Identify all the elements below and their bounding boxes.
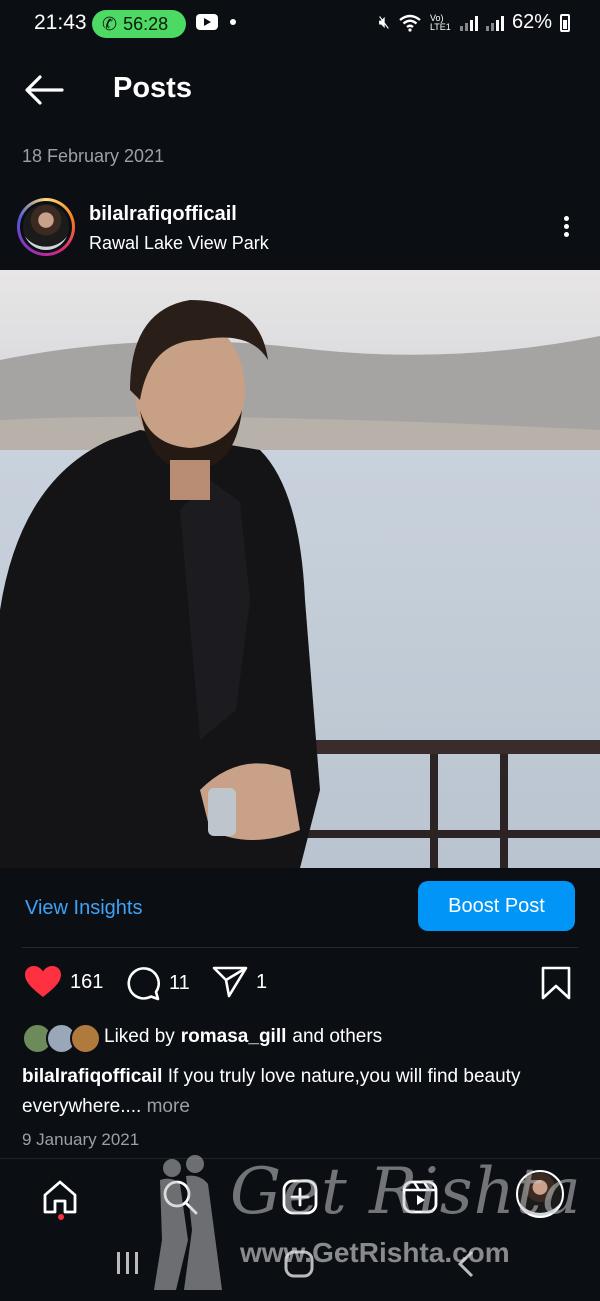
mute-icon: 🔇︎ bbox=[378, 12, 390, 32]
battery-percent: 62% bbox=[511, 11, 552, 33]
post-location[interactable]: Rawal Lake View Park bbox=[89, 233, 269, 254]
post-caption: bilalrafiqofficail If you truly love nat… bbox=[22, 1062, 582, 1122]
post-photo-image bbox=[0, 270, 600, 868]
home-icon[interactable] bbox=[40, 1177, 80, 1217]
system-back-icon[interactable] bbox=[457, 1250, 474, 1278]
ongoing-call-pill[interactable]: ✆ 56:28 bbox=[92, 10, 186, 38]
view-insights-link[interactable]: View Insights bbox=[25, 897, 142, 920]
add-post-icon[interactable] bbox=[280, 1177, 320, 1217]
liker-avatar-icon bbox=[70, 1023, 101, 1054]
liked-by-suffix: and others bbox=[292, 1026, 383, 1047]
post-avatar[interactable] bbox=[17, 198, 75, 256]
shares-count: 1 bbox=[256, 970, 268, 993]
battery-icon bbox=[560, 13, 570, 32]
signal-2-icon bbox=[485, 15, 504, 31]
bookmark-icon[interactable] bbox=[540, 966, 572, 1000]
caption-username[interactable]: bilalrafiqofficail bbox=[22, 1066, 162, 1087]
liker-avatars bbox=[22, 1022, 104, 1054]
status-time: 21:43 bbox=[34, 11, 87, 34]
comment-action[interactable]: 11 bbox=[125, 965, 190, 1001]
share-action[interactable]: 1 bbox=[212, 965, 267, 999]
insights-row: View Insights Boost Post bbox=[0, 875, 600, 945]
boost-post-button[interactable]: Boost Post bbox=[418, 881, 575, 931]
more-options-icon[interactable] bbox=[552, 213, 580, 243]
home-active-dot bbox=[58, 1214, 64, 1220]
search-icon[interactable] bbox=[160, 1177, 200, 1217]
status-bar: 21:43 ✆ 56:28 🔇︎ Vo) LTE1 62% bbox=[0, 0, 600, 50]
back-arrow-icon[interactable] bbox=[22, 70, 66, 110]
heart-filled-icon bbox=[25, 966, 61, 997]
post-username[interactable]: bilalrafiqofficail bbox=[89, 203, 237, 226]
page-title: Posts bbox=[113, 72, 192, 104]
system-home-icon[interactable] bbox=[284, 1250, 314, 1278]
post-actions: 161 11 1 bbox=[0, 960, 600, 1010]
paper-plane-icon bbox=[212, 966, 248, 998]
like-action[interactable]: 161 bbox=[24, 965, 103, 999]
call-duration: 56:28 bbox=[123, 13, 169, 34]
reels-icon[interactable] bbox=[400, 1177, 440, 1217]
caption-more-link[interactable]: more bbox=[147, 1096, 190, 1117]
top-header: Posts bbox=[0, 60, 600, 120]
recents-icon[interactable] bbox=[117, 1252, 138, 1274]
profile-tab-avatar[interactable] bbox=[516, 1170, 564, 1218]
post-photo[interactable] bbox=[0, 270, 600, 868]
signal-1-icon bbox=[459, 15, 478, 31]
avatar-image bbox=[23, 204, 69, 250]
youtube-notification-icon bbox=[196, 14, 218, 30]
phone-icon: ✆ bbox=[102, 13, 118, 34]
post-header: bilalrafiqofficail Rawal Lake View Park bbox=[0, 195, 600, 263]
wifi-icon bbox=[399, 14, 421, 32]
likes-count: 161 bbox=[70, 970, 104, 993]
notification-dot-icon bbox=[230, 19, 236, 25]
divider bbox=[22, 947, 578, 948]
post-date-bottom: 9 January 2021 bbox=[22, 1130, 140, 1149]
comment-bubble-icon bbox=[127, 967, 161, 1001]
liked-by-user[interactable]: romasa_gill bbox=[181, 1026, 287, 1048]
liked-by-prefix: Liked by bbox=[104, 1026, 175, 1047]
network-label: Vo) LTE1 bbox=[429, 12, 451, 32]
status-right: 🔇︎ Vo) LTE1 62% bbox=[379, 11, 570, 34]
post-date-top: 18 February 2021 bbox=[22, 146, 165, 166]
system-navigation bbox=[117, 1250, 474, 1278]
comments-count: 11 bbox=[169, 971, 190, 994]
liked-by[interactable]: Liked by romasa_gill and others bbox=[22, 1020, 382, 1054]
